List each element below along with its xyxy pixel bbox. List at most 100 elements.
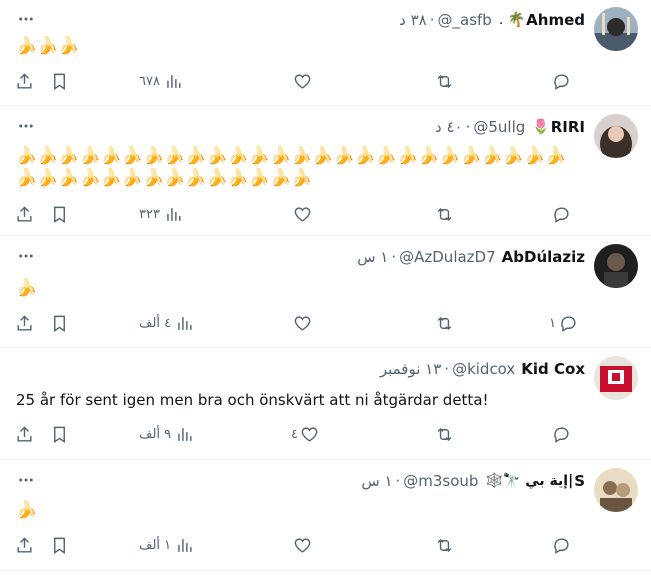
more-options-icon[interactable]	[16, 470, 36, 490]
like-button[interactable]	[291, 69, 312, 93]
tweet-text: 25 år för sent igen men bra och önskvärt…	[16, 391, 489, 409]
name-badge: 🌷	[532, 119, 550, 135]
retweet-button[interactable]	[435, 533, 454, 557]
share-button[interactable]	[15, 69, 34, 93]
avatar[interactable]	[594, 244, 638, 288]
tweet-actions: ١ ألف	[0, 533, 651, 557]
tweet[interactable]: S 🕸️🔭 إية بي| @m3soub · ١ س 🍌 ١ ألف	[0, 461, 651, 571]
tweet[interactable]: AbDúlaziz @AzDulazD7 · ١ س 🍌 ٤ ألف ١	[0, 237, 651, 348]
reply-button[interactable]	[549, 202, 571, 226]
views-button[interactable]: ١ ألف	[139, 533, 194, 557]
bookmark-button[interactable]	[50, 69, 69, 93]
share-icon	[17, 314, 32, 331]
tweet-text: 🍌🍌🍌🍌🍌🍌🍌🍌🍌🍌🍌🍌🍌🍌🍌🍌🍌🍌🍌🍌🍌🍌🍌🍌🍌🍌🍌🍌🍌🍌🍌🍌🍌🍌🍌🍌🍌🍌🍌🍌	[16, 146, 567, 188]
more-options-icon[interactable]	[16, 246, 36, 266]
reply-button[interactable]	[549, 422, 571, 446]
share-button[interactable]	[15, 533, 34, 557]
retweet-button[interactable]	[435, 69, 454, 93]
like-button[interactable]	[291, 311, 312, 335]
retweet-button[interactable]	[435, 311, 454, 335]
separator-dot: ·	[391, 248, 397, 266]
bookmark-button[interactable]	[50, 311, 69, 335]
views-icon	[178, 427, 192, 441]
share-icon	[17, 536, 32, 553]
views-button[interactable]: ٤ ألف	[139, 311, 194, 335]
share-button[interactable]	[15, 202, 34, 226]
handle[interactable]: @AzDulazD7	[399, 248, 496, 266]
bookmark-icon	[54, 537, 65, 554]
share-button[interactable]	[15, 422, 34, 446]
views-icon	[167, 74, 181, 88]
tweet-actions: ٣٢٣	[0, 202, 651, 226]
tweet-actions: ٦٧٨	[0, 69, 651, 93]
retweet-icon	[437, 316, 452, 330]
bookmark-icon	[54, 206, 65, 223]
views-count: ٣٢٣	[139, 206, 160, 222]
handle[interactable]: @m3soub	[403, 472, 478, 490]
retweet-button[interactable]	[435, 202, 454, 226]
share-icon	[17, 205, 32, 222]
display-name[interactable]: AbDúlaziz	[502, 248, 585, 266]
display-name[interactable]: S	[574, 472, 585, 490]
display-name[interactable]: Kid Cox	[521, 360, 585, 378]
views-button[interactable]: ٣٢٣	[139, 202, 183, 226]
timestamp[interactable]: ٣٨ د	[399, 11, 427, 29]
bookmark-button[interactable]	[50, 422, 69, 446]
bookmark-icon	[54, 315, 65, 332]
reply-button[interactable]	[549, 69, 571, 93]
reply-button[interactable]	[549, 533, 571, 557]
name-badge: 🕸️🔭 إية بي|	[485, 473, 574, 489]
retweet-button[interactable]	[435, 422, 454, 446]
separator-dot: ·	[465, 118, 471, 136]
reply-icon	[554, 206, 569, 223]
heart-icon	[294, 315, 311, 331]
tweet-header: Ahmed . 🌴 @_asfb · ٣٨ د	[399, 9, 585, 31]
tweet-header: S 🕸️🔭 إية بي| @m3soub · ١ س	[361, 470, 585, 492]
timestamp[interactable]: ٤٠ د	[435, 118, 463, 136]
timestamp[interactable]: ١٣ نوفمبر	[380, 360, 441, 378]
avatar[interactable]	[594, 356, 638, 400]
views-icon	[178, 538, 192, 552]
handle[interactable]: @_asfb	[438, 11, 492, 29]
like-button[interactable]	[291, 202, 312, 226]
timestamp[interactable]: ١ س	[361, 472, 392, 490]
views-button[interactable]: ٩ ألف	[139, 422, 194, 446]
handle[interactable]: @5ullg	[473, 118, 525, 136]
bookmark-button[interactable]	[50, 202, 69, 226]
views-icon	[167, 207, 181, 221]
separator-dot: ·	[444, 360, 450, 378]
views-count: ١ ألف	[139, 537, 172, 553]
views-button[interactable]: ٦٧٨	[139, 69, 183, 93]
bookmark-icon	[54, 426, 65, 443]
views-count: ٩ ألف	[139, 426, 172, 442]
tweet[interactable]: Kid Cox @kidcox · ١٣ نوفمبر 25 år för se…	[0, 349, 651, 460]
tweet[interactable]: RIRI 🌷 @5ullg · ٤٠ د 🍌🍌🍌🍌🍌🍌🍌🍌🍌🍌🍌🍌🍌🍌🍌🍌🍌🍌🍌…	[0, 107, 651, 236]
likes-count: ٤	[291, 426, 298, 442]
more-options-icon[interactable]	[16, 9, 36, 29]
display-name[interactable]: RIRI	[551, 118, 585, 136]
handle[interactable]: @kidcox	[452, 360, 515, 378]
reply-icon	[561, 315, 576, 332]
display-name[interactable]: Ahmed	[526, 11, 585, 29]
avatar[interactable]	[594, 468, 638, 512]
reply-icon	[554, 537, 569, 554]
reply-icon	[554, 426, 569, 443]
heart-icon	[294, 73, 311, 89]
replies-count: ١	[549, 315, 556, 331]
like-button[interactable]	[291, 533, 312, 557]
like-button[interactable]: ٤	[291, 422, 319, 446]
bookmark-button[interactable]	[50, 533, 69, 557]
reply-icon	[554, 73, 569, 90]
share-button[interactable]	[15, 311, 34, 335]
avatar[interactable]	[594, 7, 638, 51]
avatar[interactable]	[594, 114, 638, 158]
tweet[interactable]: Ahmed . 🌴 @_asfb · ٣٨ د 🍌🍌🍌 ٦٧٨	[0, 0, 651, 106]
tweet-header: Kid Cox @kidcox · ١٣ نوفمبر	[380, 358, 585, 380]
views-icon	[178, 316, 192, 330]
retweet-icon	[437, 207, 452, 221]
reply-button[interactable]: ١	[549, 311, 578, 335]
more-options-icon[interactable]	[16, 116, 36, 136]
timestamp[interactable]: ١ س	[357, 248, 388, 266]
tweet-text: 🍌	[16, 500, 38, 520]
separator-dot: ·	[429, 11, 435, 29]
